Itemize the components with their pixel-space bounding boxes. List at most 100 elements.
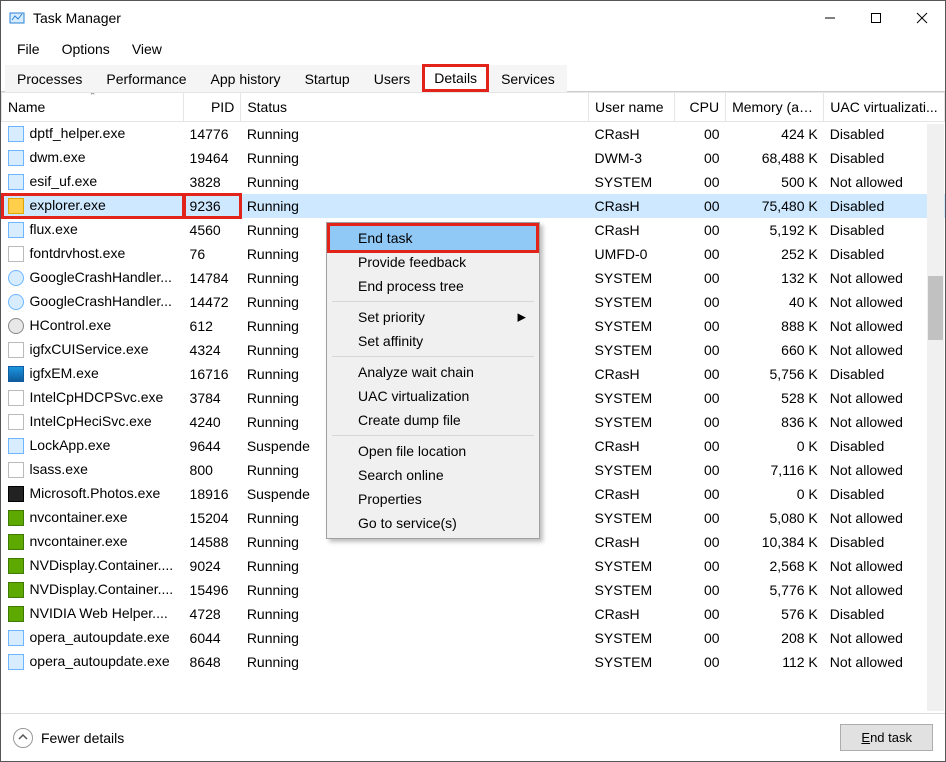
col-cpu[interactable]: CPU [674,93,725,122]
col-status[interactable]: Status [241,93,589,122]
context-menu-item-provide-feedback[interactable]: Provide feedback [330,250,536,274]
table-row[interactable]: dptf_helper.exe14776RunningCRasH00424 KD… [2,122,945,146]
cell-user: CRasH [589,434,675,458]
fewer-details-toggle[interactable]: Fewer details [13,728,124,748]
tab-performance[interactable]: Performance [94,65,198,92]
maximize-button[interactable] [853,1,899,35]
process-name: igfxEM.exe [30,365,99,381]
context-menu-item-analyze-wait-chain[interactable]: Analyze wait chain [330,360,536,384]
cell-mem: 5,192 K [726,218,824,242]
cell-cpu: 00 [674,314,725,338]
menu-view[interactable]: View [122,38,172,60]
process-icon [8,198,24,214]
process-name: LockApp.exe [30,437,111,453]
context-menu-item-open-file-location[interactable]: Open file location [330,439,536,463]
process-name: fontdrvhost.exe [30,245,126,261]
scrollbar-thumb[interactable] [928,276,943,340]
col-uac[interactable]: UAC virtualizati... [824,93,945,122]
cell-cpu: 00 [674,434,725,458]
cell-user: SYSTEM [589,266,675,290]
table-row[interactable]: opera_autoupdate.exe8648RunningSYSTEM001… [2,650,945,674]
context-menu-item-uac-virtualization[interactable]: UAC virtualization [330,384,536,408]
table-row[interactable]: dwm.exe19464RunningDWM-30068,488 KDisabl… [2,146,945,170]
cell-cpu: 00 [674,338,725,362]
cell-name: NVIDIA Web Helper.... [2,602,184,626]
cell-pid: 14776 [184,122,241,146]
process-icon [8,270,24,286]
table-row[interactable]: NVIDIA Web Helper....4728RunningCRasH005… [2,602,945,626]
col-pid[interactable]: PID [184,93,241,122]
table-row[interactable]: NVDisplay.Container....9024RunningSYSTEM… [2,554,945,578]
process-icon [8,126,24,142]
table-row[interactable]: explorer.exe9236RunningCRasH0075,480 KDi… [2,194,945,218]
process-name: explorer.exe [30,197,106,213]
cell-cpu: 00 [674,218,725,242]
cell-status: Running [241,650,589,674]
cell-cpu: 00 [674,554,725,578]
cell-cpu: 00 [674,194,725,218]
minimize-button[interactable] [807,1,853,35]
vertical-scrollbar[interactable] [927,124,944,711]
context-menu-item-end-task[interactable]: End task [330,226,536,250]
process-name: NVDisplay.Container.... [30,581,174,597]
cell-pid: 14784 [184,266,241,290]
col-mem[interactable]: Memory (ac... [726,93,824,122]
tab-app-history[interactable]: App history [199,65,293,92]
menubar: File Options View [1,35,945,62]
cell-user: SYSTEM [589,458,675,482]
tab-services[interactable]: Services [489,65,567,92]
context-menu-item-go-to-service-s-[interactable]: Go to service(s) [330,511,536,535]
tab-startup[interactable]: Startup [293,65,362,92]
context-menu-item-set-priority[interactable]: Set priority▶ [330,305,536,329]
table-row[interactable]: esif_uf.exe3828RunningSYSTEM00500 KNot a… [2,170,945,194]
process-icon [8,246,24,262]
menu-file[interactable]: File [7,38,50,60]
cell-cpu: 00 [674,146,725,170]
cell-pid: 14588 [184,530,241,554]
cell-pid: 16716 [184,362,241,386]
chevron-up-icon [13,728,33,748]
context-menu-item-set-affinity[interactable]: Set affinity [330,329,536,353]
close-button[interactable] [899,1,945,35]
cell-cpu: 00 [674,266,725,290]
cell-cpu: 00 [674,578,725,602]
cell-pid: 612 [184,314,241,338]
table-row[interactable]: opera_autoupdate.exe6044RunningSYSTEM002… [2,626,945,650]
cell-mem: 576 K [726,602,824,626]
cell-name: GoogleCrashHandler... [2,290,184,314]
cell-user: SYSTEM [589,410,675,434]
chevron-right-icon: ▶ [518,311,526,324]
cell-pid: 4240 [184,410,241,434]
col-name[interactable]: ⌃Name [2,93,184,122]
cell-pid: 8648 [184,650,241,674]
table-row[interactable]: NVDisplay.Container....15496RunningSYSTE… [2,578,945,602]
cell-pid: 4560 [184,218,241,242]
tab-users[interactable]: Users [362,65,423,92]
sort-asc-icon: ⌃ [89,93,97,103]
context-menu-item-create-dump-file[interactable]: Create dump file [330,408,536,432]
context-menu-item-search-online[interactable]: Search online [330,463,536,487]
cell-mem: 7,116 K [726,458,824,482]
cell-user: SYSTEM [589,578,675,602]
end-task-button[interactable]: End task [840,724,933,751]
cell-cpu: 00 [674,386,725,410]
cell-name: nvcontainer.exe [2,530,184,554]
process-name: dwm.exe [30,149,86,165]
context-menu-item-properties[interactable]: Properties [330,487,536,511]
cell-pid: 9644 [184,434,241,458]
col-user[interactable]: User name [589,93,675,122]
menu-options[interactable]: Options [52,38,120,60]
process-name: NVDisplay.Container.... [30,557,174,573]
cell-name: IntelCpHDCPSvc.exe [2,386,184,410]
cell-cpu: 00 [674,242,725,266]
tab-details[interactable]: Details [422,64,489,92]
tab-processes[interactable]: Processes [5,65,94,92]
cell-mem: 5,776 K [726,578,824,602]
cell-status: Running [241,602,589,626]
cell-mem: 0 K [726,434,824,458]
cell-cpu: 00 [674,362,725,386]
cell-pid: 14472 [184,290,241,314]
cell-mem: 836 K [726,410,824,434]
process-icon [8,414,24,430]
context-menu-item-end-process-tree[interactable]: End process tree [330,274,536,298]
